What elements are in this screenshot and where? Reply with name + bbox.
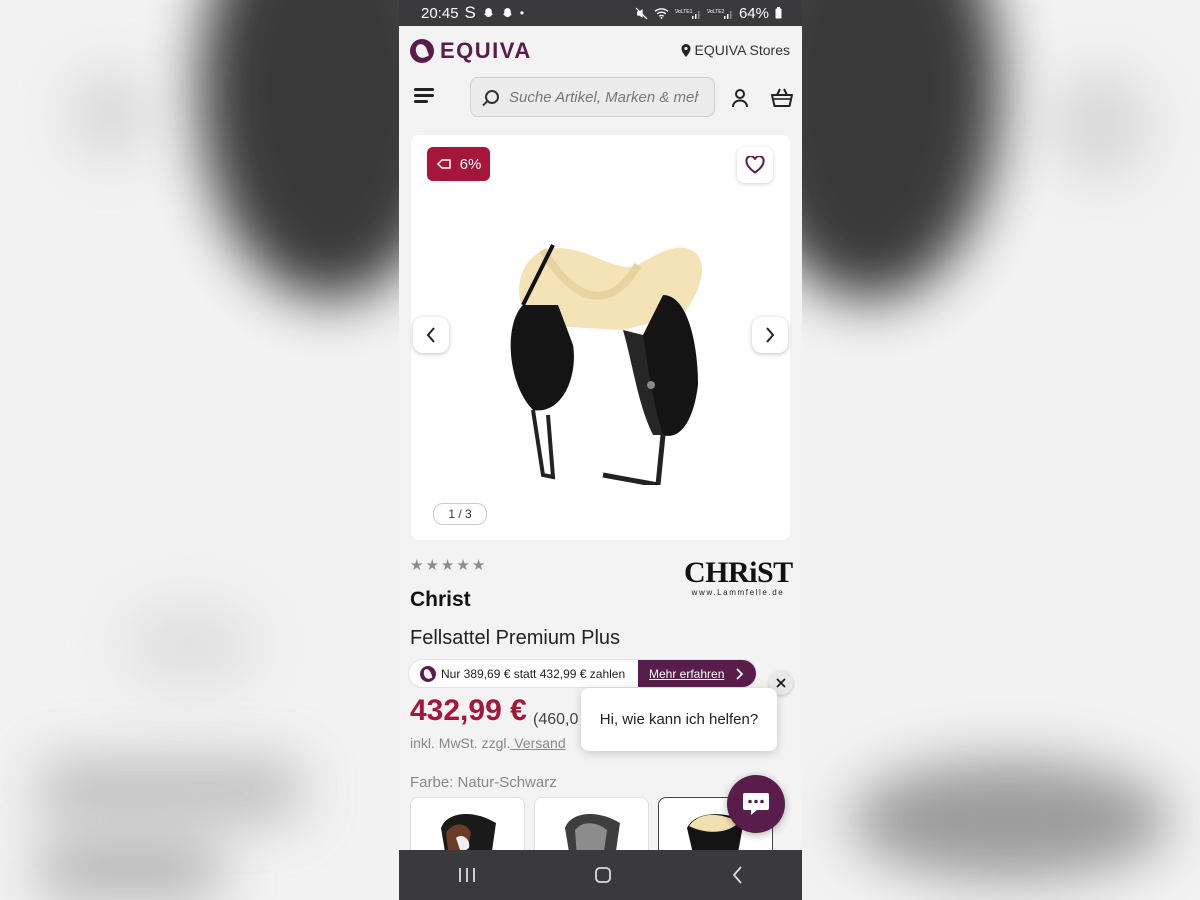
product-title: Fellsattel Premium Plus xyxy=(410,627,621,649)
signal-lte2-icon: VoLTE2 xyxy=(707,9,732,19)
promo-more-link[interactable]: Mehr erfahren xyxy=(638,660,756,687)
battery-icon xyxy=(775,7,782,19)
wifi-icon xyxy=(654,8,669,19)
vat-text: inkl. MwSt. zzgl. xyxy=(410,735,511,751)
svg-text:VoLTE2: VoLTE2 xyxy=(707,9,725,15)
original-price: (460,0 xyxy=(533,711,579,728)
home-icon[interactable] xyxy=(594,866,612,884)
close-icon xyxy=(776,678,786,688)
chat-button[interactable] xyxy=(727,775,785,833)
chevron-right-icon xyxy=(766,327,775,343)
signal-lte1-icon: VoLTE1 xyxy=(675,9,700,19)
promo-link-label: Mehr erfahren xyxy=(649,666,725,681)
color-label: Farbe: Natur-Schwarz xyxy=(410,774,557,791)
shipping-link[interactable]: Versand xyxy=(510,735,565,751)
equiva-logo[interactable]: EQUIVA xyxy=(410,38,532,64)
snapchat-icon-2 xyxy=(502,7,513,17)
account-icon[interactable] xyxy=(730,88,750,108)
promo-text: Nur 389,69 € statt 432,99 € zahlen xyxy=(441,666,626,681)
chat-greeting-bubble[interactable]: Hi, wie kann ich helfen? xyxy=(581,688,777,751)
promo-text-area: Nur 389,69 € statt 432,99 € zahlen xyxy=(409,660,638,687)
svg-text:VoLTE1: VoLTE1 xyxy=(675,9,693,15)
chat-greeting-text: Hi, wie kann ich helfen? xyxy=(599,711,759,728)
wishlist-button[interactable] xyxy=(737,147,773,183)
chat-icon xyxy=(743,793,769,815)
vat-note: inkl. MwSt. zzgl. Versand xyxy=(410,735,566,751)
status-time: 20:45 xyxy=(421,4,459,22)
member-promo-banner[interactable]: Nur 389,69 € statt 432,99 € zahlen Mehr … xyxy=(409,660,756,687)
stores-label: EQUIVA Stores xyxy=(694,42,790,58)
snapchat-icon xyxy=(483,7,494,17)
heart-icon xyxy=(745,156,765,174)
star-icon: ★ xyxy=(410,557,424,574)
discount-badge: 6% xyxy=(427,147,490,181)
brand-logo-url: www.Lammfelle.de xyxy=(691,588,785,597)
product-gallery[interactable]: 6% 1 / 3 xyxy=(411,135,790,540)
star-icon: ★ xyxy=(471,557,486,574)
brand-logo[interactable]: CHRiST www.Lammfelle.de xyxy=(684,556,793,600)
product-price: 432,99 € xyxy=(410,694,527,727)
tag-icon xyxy=(436,159,451,169)
search-box[interactable] xyxy=(470,77,715,117)
menu-icon[interactable] xyxy=(414,88,434,104)
site-header: EQUIVA EQUIVA Stores xyxy=(399,26,802,134)
gallery-prev-button[interactable] xyxy=(413,317,449,353)
status-s-icon: S xyxy=(464,3,476,22)
phone-screen: 20:45 S • VoLTE1 VoLTE2 64% EQUIVA EQUIV… xyxy=(399,0,802,900)
status-bar: 20:45 S • VoLTE1 VoLTE2 64% xyxy=(399,0,802,26)
rating-stars[interactable]: ★ ★ ★ ★ ★ xyxy=(410,556,485,574)
horse-logo-icon xyxy=(410,39,434,63)
battery-percentage: 64% xyxy=(738,4,769,22)
mute-icon xyxy=(635,7,648,19)
chevron-left-icon xyxy=(426,327,435,343)
search-input[interactable] xyxy=(507,87,701,107)
recent-apps-icon[interactable] xyxy=(458,867,476,883)
stores-link[interactable]: EQUIVA Stores xyxy=(681,42,790,58)
notification-dot: • xyxy=(519,6,525,20)
location-pin-icon xyxy=(681,43,691,57)
cart-icon[interactable] xyxy=(771,88,793,108)
logo-text: EQUIVA xyxy=(440,38,532,63)
brand-logo-text: CHRiST xyxy=(684,556,793,589)
gallery-next-button[interactable] xyxy=(752,317,788,353)
discount-value: 6% xyxy=(459,155,482,173)
back-icon[interactable] xyxy=(731,866,743,884)
search-icon xyxy=(485,90,499,104)
star-icon: ★ xyxy=(425,557,439,574)
star-icon: ★ xyxy=(456,557,470,574)
gallery-pager: 1 / 3 xyxy=(433,503,487,525)
chevron-right-icon xyxy=(736,667,744,680)
android-nav-bar xyxy=(399,850,802,900)
equiva-mini-logo-icon xyxy=(420,665,436,682)
product-brand[interactable]: Christ xyxy=(410,588,471,612)
star-icon: ★ xyxy=(440,557,455,574)
product-image-saddle xyxy=(510,244,703,485)
